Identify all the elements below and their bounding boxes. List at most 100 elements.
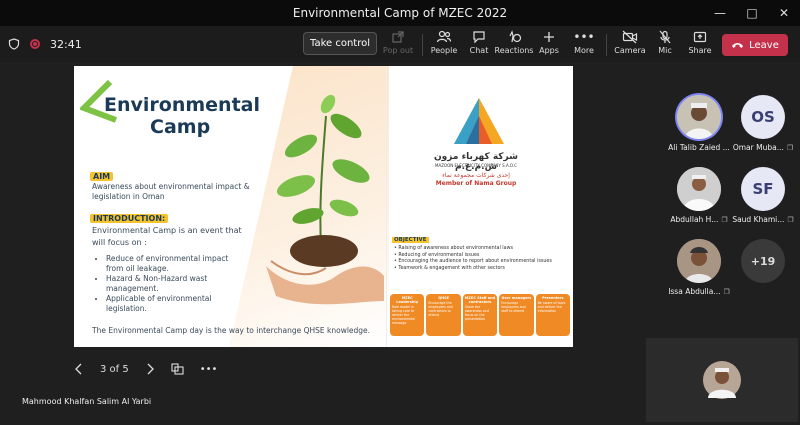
objective-label: OBJECTIVE [392,237,429,243]
participant-tile[interactable]: Abdullah H... ❐ [664,167,734,224]
avatar [677,95,721,139]
camera-off-icon [622,30,638,44]
role-card: Presenters Be aware of topic and deliver … [535,294,571,336]
mic-off-icon [659,30,671,44]
minimize-icon[interactable]: — [704,0,736,26]
avatar [677,239,721,283]
more-button[interactable]: ••• More [564,28,604,60]
participant-name: Issa Abdulla... ❐ [668,287,730,296]
chat-button[interactable]: Chat [459,28,499,60]
camera-label: Camera [614,46,646,55]
participant-tile[interactable]: OS Omar Muba... ❐ [728,95,798,152]
participant-name: Omar Muba... ❐ [732,143,794,152]
more-dots-icon: ••• [573,30,595,44]
participant-name: Ali Talib Zaied ... [668,143,730,152]
people-label: People [430,46,458,55]
close-icon[interactable]: ✕ [768,0,800,26]
more-participants-tile[interactable]: +19 [728,239,798,283]
person-photo-icon [677,167,721,211]
toolbar-divider [606,34,607,56]
reactions-button[interactable]: Reactions [494,28,534,60]
objective-item: • Teamwork & engagement with other secto… [394,265,505,271]
apps-label: Apps [539,46,559,55]
mzec-logo-icon [454,98,504,144]
nama-group-arabic: إحدى شركات مجموعة نماء [442,172,510,179]
aim-text: Awareness about environmental impact & l… [92,182,250,201]
previous-slide-icon[interactable] [74,363,84,375]
phone-hangup-icon [732,43,744,48]
mic-muted-icon: ❐ [723,287,730,296]
participant-tile[interactable]: Issa Abdulla... ❐ [664,239,734,296]
pop-out-label: Pop out [382,46,414,55]
recording-icon [30,39,40,49]
meeting-timer: 32:41 [50,37,82,51]
slide-fold [386,66,387,347]
share-icon [693,31,707,43]
leave-button[interactable]: Leave [722,34,788,56]
introduction-label: INTRODUCTION: [90,214,169,223]
presenter-name: Mahmood Khalfan Salim Al Yarbi [22,397,152,406]
plus-icon [544,32,554,42]
self-video-photo-icon [703,361,741,399]
mic-button[interactable]: Mic [645,28,685,60]
company-name-english: MAZOON ELECTRICITY COMPANY S.A.O.C [435,163,517,168]
avatar: SF [741,167,785,211]
company-name-arabic: شركة كهرباء مزون ش.م.ع.م [434,152,518,172]
pop-out-button: Pop out [378,28,418,60]
participant-name: Abdullah H... ❐ [670,215,728,224]
aim-label: AIM [90,172,114,181]
slide-title-line2: Camp [150,116,211,138]
plant-in-hands-illustration [266,94,384,305]
mic-muted-icon: ❐ [787,215,794,224]
introduction-text: Environmental Camp is an event that will… [92,226,242,247]
slide-footer-text: The Environmental Camp day is the way to… [92,326,371,335]
role-card: QHSE Encourage the employees and contract… [426,294,461,336]
camera-button[interactable]: Camera [610,28,650,60]
participant-tile[interactable]: SF Saud Khami... ❐ [728,167,798,224]
maximize-icon[interactable]: □ [736,0,768,26]
reactions-label: Reactions [494,46,534,55]
more-options-icon[interactable]: ••• [200,364,218,375]
nama-group-english: Member of Nama Group [435,180,517,187]
mic-muted-icon: ❐ [721,215,728,224]
slide-counter: 3 of 5 [100,363,129,375]
avatar [677,167,721,211]
chat-icon [473,31,485,44]
shared-content-stage: Environmental Camp AIM Awareness about e… [0,62,640,362]
toolbar-divider [422,34,423,56]
presentation-slide: Environmental Camp AIM Awareness about e… [74,66,573,347]
slide-navigation: 3 of 5 ••• [74,362,217,376]
people-icon [436,30,452,43]
take-control-button[interactable]: Take control [303,32,377,55]
more-participants-badge: +19 [741,239,785,283]
mic-label: Mic [658,46,672,55]
mic-muted-icon: ❐ [786,143,794,152]
apps-button[interactable]: Apps [529,28,569,60]
reactions-icon [508,30,521,43]
participant-name: Saud Khami... ❐ [732,215,794,224]
next-slide-icon[interactable] [145,363,155,375]
toolbar-left: 32:41 [8,26,82,62]
role-card: MZEC Staff and contractors Share the awar… [462,294,498,336]
slide-grid-icon[interactable] [171,363,184,375]
person-photo-icon [677,95,721,139]
meeting-toolbar: 32:41 Take control Pop out People Chat R… [0,26,800,62]
share-label: Share [688,46,712,55]
title-bar: Environmental Camp of MZEC 2022 — □ ✕ [0,0,800,26]
intro-bullet: Applicable of environmental legislation. [106,294,246,314]
more-label: More [574,46,594,55]
people-button[interactable]: People [424,28,464,60]
share-button[interactable]: Share [680,28,720,60]
slide-title-line1: Environmental [104,94,260,116]
chat-label: Chat [469,46,489,55]
intro-bullet: Hazard & Non-Hazard wast management. [106,274,246,294]
self-view-video[interactable] [646,338,798,422]
role-cards: MZEC Leadership Role model in taking care… [390,294,571,336]
avatar: OS [741,95,785,139]
participant-tile[interactable]: Ali Talib Zaied ... [664,95,734,152]
window-title: Environmental Camp of MZEC 2022 [292,6,508,20]
intro-bullet-list: Reduce of environmental impact from oil … [96,254,246,314]
role-card: MZEC Leadership Role model in taking care… [390,294,425,336]
shield-icon[interactable] [8,38,20,50]
pop-out-icon [392,31,404,43]
